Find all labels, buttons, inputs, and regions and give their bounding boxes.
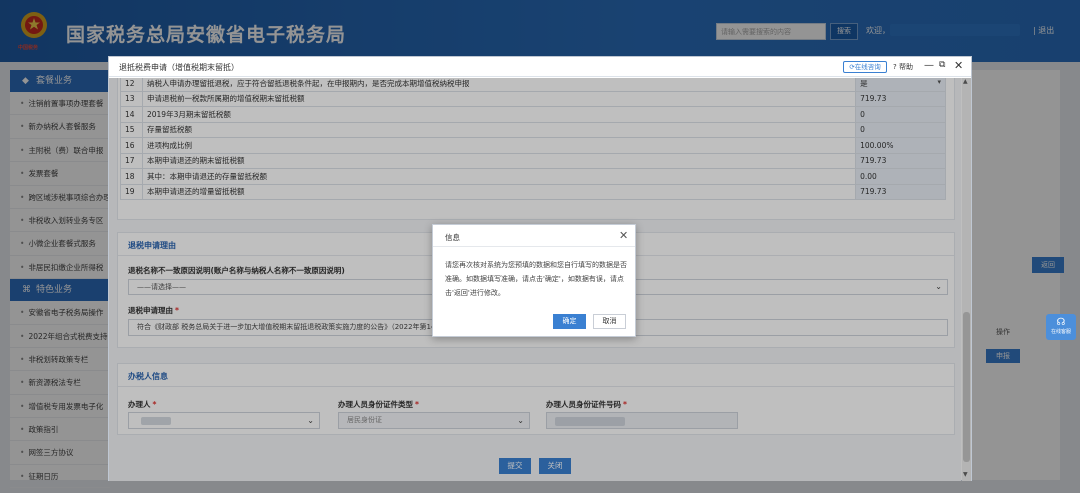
popup-header: 信息 ✕ <box>433 225 635 247</box>
online-consult-label: 在线咨询 <box>854 63 881 71</box>
online-consult-button[interactable]: ⟳在线咨询 <box>843 61 887 73</box>
confirm-button[interactable]: 确定 <box>553 314 586 329</box>
dialog-title: 退抵税费申请（增值税期末留抵） <box>119 63 239 72</box>
cancel-button[interactable]: 取消 <box>593 314 626 329</box>
maximize-icon[interactable]: ⧉ <box>939 60 945 70</box>
headset-icon: ☊ <box>1056 317 1066 328</box>
close-icon[interactable]: ✕ <box>619 229 628 242</box>
minimize-icon[interactable]: — <box>924 60 934 71</box>
popup-message: 请您再次核对系统为您预填的数据和您自行填写的数据是否准确。如数据填写准确，请点击… <box>445 261 627 297</box>
online-service-float[interactable]: ☊ 在线客服 <box>1046 314 1076 340</box>
dialog-titlebar: 退抵税费申请（增值税期末留抵） ⟳在线咨询 ? 帮助 — ⧉ ✕ <box>109 57 971 77</box>
close-icon[interactable]: ✕ <box>954 59 963 72</box>
info-popup: 信息 ✕ 请您再次核对系统为您预填的数据和您自行填写的数据是否准确。如数据填写准… <box>432 224 636 337</box>
popup-title: 信息 <box>445 233 460 242</box>
online-service-label: 在线客服 <box>1050 329 1071 335</box>
help-button[interactable]: ? 帮助 <box>893 62 913 72</box>
